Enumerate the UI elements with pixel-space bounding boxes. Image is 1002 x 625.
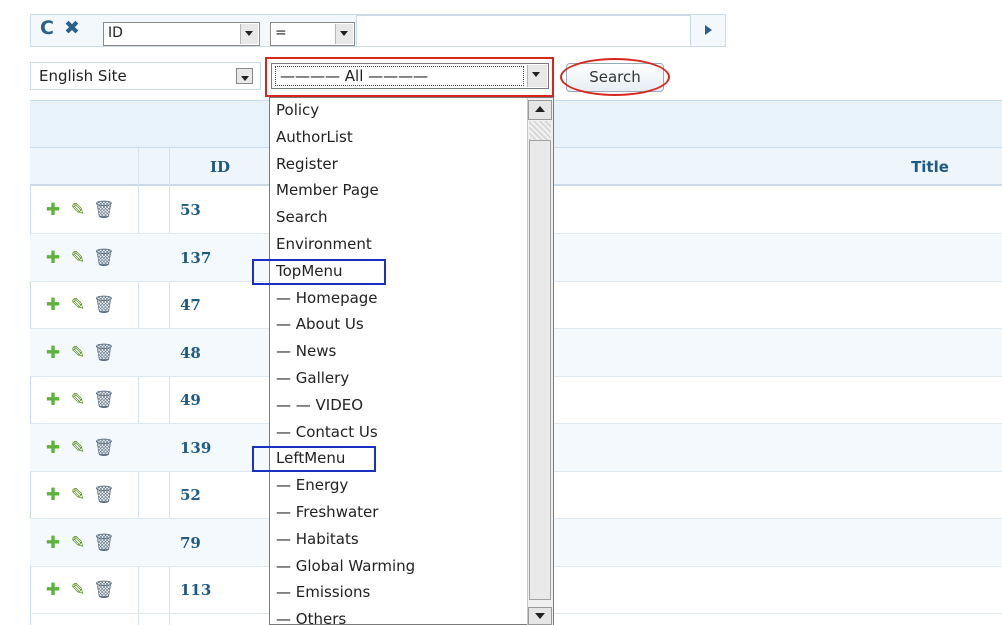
row-id-link[interactable]: 113 <box>180 566 211 614</box>
add-icon[interactable]: ✚ <box>44 533 62 553</box>
dropdown-option[interactable]: — Gallery <box>276 365 349 392</box>
menu-select-value: ———— All ———— <box>275 66 524 86</box>
edit-icon[interactable]: ✎ <box>69 580 87 600</box>
chevron-down-icon <box>527 65 547 87</box>
operator-select[interactable]: = <box>270 22 355 46</box>
row-id-link[interactable]: 47 <box>180 281 201 329</box>
site-select[interactable]: English Site <box>30 62 261 90</box>
chevron-down-icon <box>240 24 258 44</box>
dropdown-option[interactable]: — About Us <box>276 311 364 338</box>
menu-select[interactable]: ———— All ———— <box>271 63 549 89</box>
edit-icon[interactable]: ✎ <box>69 390 87 410</box>
dropdown-option[interactable]: Environment <box>276 231 372 258</box>
row-id-link[interactable]: 49 <box>180 376 201 424</box>
add-icon[interactable]: ✚ <box>44 343 62 363</box>
menu-dropdown-list: Policy AuthorList Register Member Page Searc… <box>269 97 554 625</box>
trash-icon[interactable]: 🗑 <box>93 580 115 600</box>
dropdown-option[interactable]: Register <box>276 151 338 178</box>
scroll-down-icon[interactable] <box>528 607 552 625</box>
site-select-value: English Site <box>39 67 127 85</box>
add-icon[interactable]: ✚ <box>44 295 62 315</box>
topmenu-highlight <box>252 259 386 285</box>
refresh-icon[interactable]: C <box>37 17 57 39</box>
edit-icon[interactable]: ✎ <box>69 438 87 458</box>
leftmenu-highlight <box>252 446 376 472</box>
column-header-id[interactable]: ID <box>170 148 270 186</box>
dropdown-option[interactable]: Search <box>276 204 328 231</box>
trash-icon[interactable]: 🗑 <box>93 438 115 458</box>
trash-icon[interactable]: 🗑 <box>93 248 115 268</box>
trash-icon[interactable]: 🗑 <box>93 200 115 220</box>
dropdown-option[interactable]: — — VIDEO <box>276 392 363 419</box>
dropdown-option[interactable]: — News <box>276 338 336 365</box>
trash-icon[interactable]: 🗑 <box>93 295 115 315</box>
edit-icon[interactable]: ✎ <box>69 248 87 268</box>
row-id-link[interactable]: 53 <box>180 186 201 234</box>
add-icon[interactable]: ✚ <box>44 438 62 458</box>
search-button-highlight <box>560 58 670 96</box>
add-icon[interactable]: ✚ <box>44 485 62 505</box>
scrollbar-thumb[interactable] <box>529 140 551 600</box>
add-icon[interactable]: ✚ <box>44 248 62 268</box>
dropdown-option[interactable]: Member Page <box>276 177 379 204</box>
scrollbar-track[interactable] <box>529 121 551 140</box>
trash-icon[interactable]: 🗑 <box>93 343 115 363</box>
scroll-up-icon[interactable] <box>528 100 552 120</box>
chevron-down-icon <box>335 24 353 44</box>
add-icon[interactable]: ✚ <box>44 390 62 410</box>
edit-icon[interactable]: ✎ <box>69 343 87 363</box>
close-icon[interactable]: ✖ <box>62 17 82 39</box>
add-icon[interactable]: ✚ <box>44 580 62 600</box>
chevron-down-icon <box>236 68 253 84</box>
row-id-link[interactable]: 79 <box>180 519 201 567</box>
column-header-title[interactable]: Title <box>870 148 990 186</box>
dropdown-option[interactable]: — Global Warming <box>276 553 415 580</box>
trash-icon[interactable]: 🗑 <box>93 533 115 553</box>
row-id-link[interactable]: 137 <box>180 234 211 282</box>
apply-filter-button[interactable] <box>692 15 726 47</box>
field-select[interactable]: ID <box>103 22 260 46</box>
dropdown-option[interactable]: — Contact Us <box>276 419 378 446</box>
dropdown-option[interactable]: — Others <box>276 606 346 624</box>
edit-icon[interactable]: ✎ <box>69 533 87 553</box>
dropdown-option[interactable]: Policy <box>276 98 319 124</box>
dropdown-option[interactable]: — Energy <box>276 472 348 499</box>
trash-icon[interactable]: 🗑 <box>93 390 115 410</box>
row-id-link[interactable]: 48 <box>180 329 201 377</box>
dropdown-option[interactable]: AuthorList <box>276 124 353 151</box>
row-id-link[interactable]: 139 <box>180 424 211 472</box>
operator-select-value: = <box>275 25 287 41</box>
edit-icon[interactable]: ✎ <box>69 295 87 315</box>
dropdown-option[interactable]: — Habitats <box>276 526 359 553</box>
add-icon[interactable]: ✚ <box>44 200 62 220</box>
filter-value-input[interactable] <box>356 15 691 47</box>
dropdown-option[interactable]: — Emissions <box>276 579 370 606</box>
field-select-value: ID <box>108 25 123 41</box>
edit-icon[interactable]: ✎ <box>69 200 87 220</box>
edit-icon[interactable]: ✎ <box>69 485 87 505</box>
dropdown-option[interactable]: — Freshwater <box>276 499 378 526</box>
row-id-link[interactable]: 52 <box>180 471 201 519</box>
trash-icon[interactable]: 🗑 <box>93 485 115 505</box>
dropdown-option[interactable]: — Homepage <box>276 285 378 312</box>
